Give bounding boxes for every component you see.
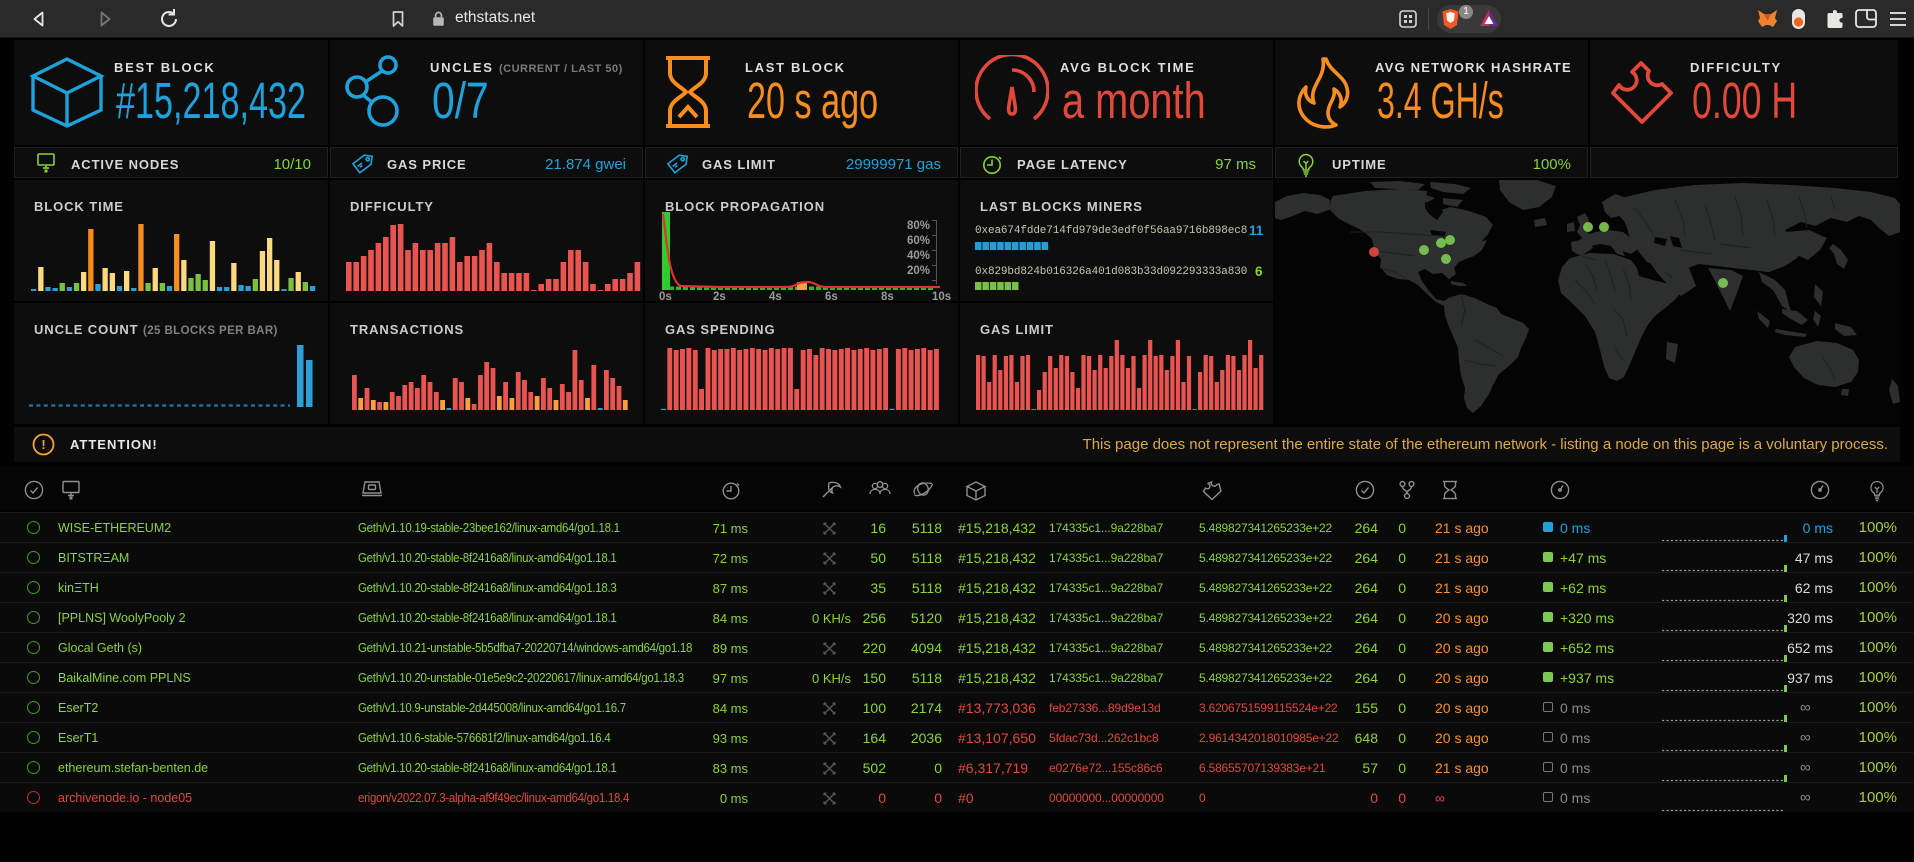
svg-text:!: ! bbox=[41, 437, 45, 452]
